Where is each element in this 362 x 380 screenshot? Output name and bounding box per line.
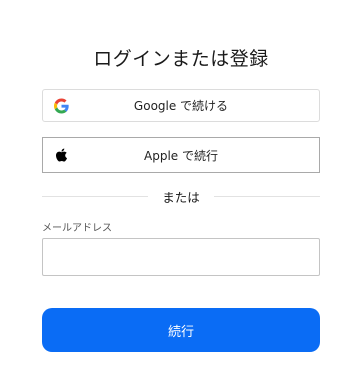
google-button-label: Google で続ける: [133, 99, 229, 113]
google-logo-icon: [54, 98, 69, 113]
apple-button-label: Apple で続行: [144, 148, 218, 163]
continue-with-google-button[interactable]: Google で続ける: [42, 89, 320, 122]
divider-text: または: [162, 189, 200, 205]
apple-logo-icon: [54, 148, 69, 163]
page-title: ログインまたは登録: [93, 48, 269, 70]
login-page: ログインまたは登録 Google で続ける Apple で続行 または メールア…: [0, 0, 362, 380]
email-label: メールアドレス: [42, 223, 112, 234]
divider-line-left: [42, 195, 149, 197]
continue-button[interactable]: 続行: [42, 308, 320, 352]
or-divider: または: [42, 186, 321, 206]
continue-with-apple-button[interactable]: Apple で続行: [42, 137, 320, 173]
email-input[interactable]: [42, 238, 320, 276]
divider-line-right: [213, 195, 321, 197]
